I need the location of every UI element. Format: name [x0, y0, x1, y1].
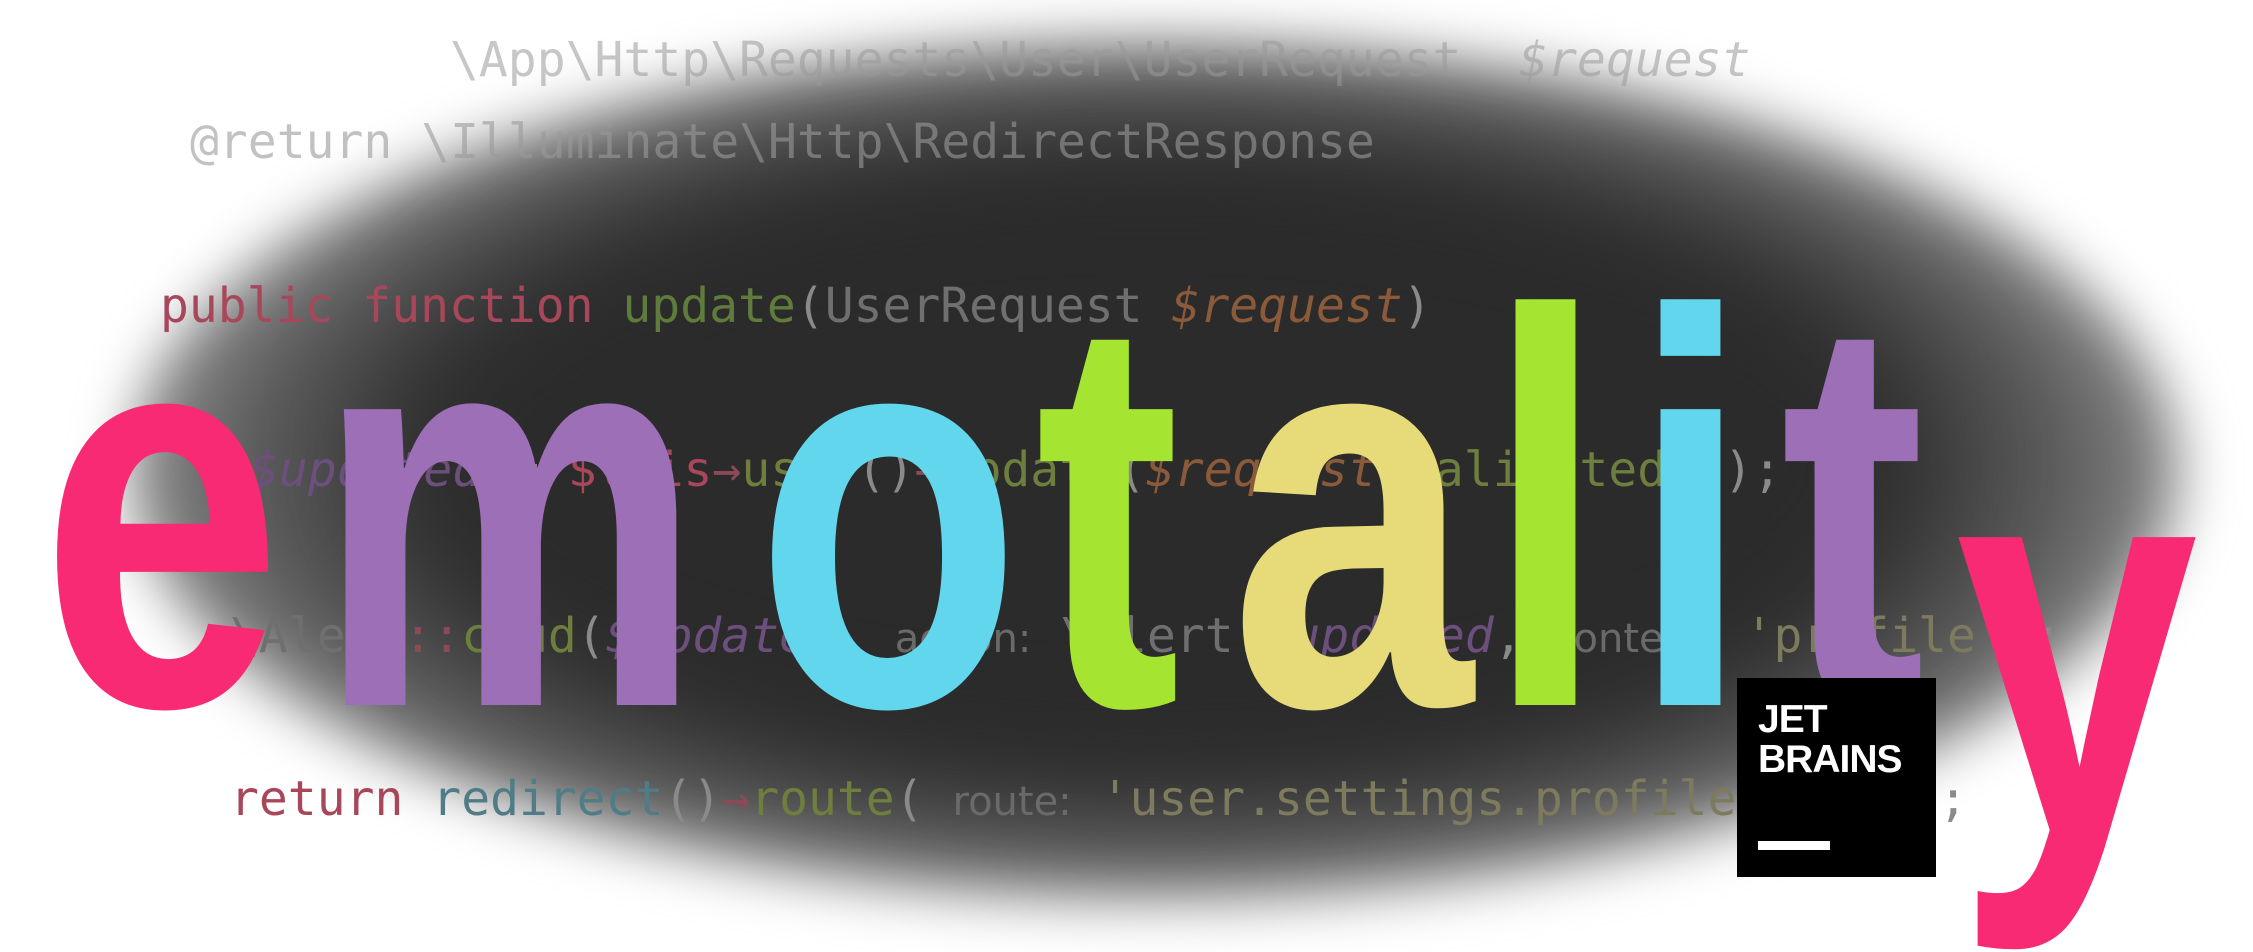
wordmark-letter: t [1780, 198, 1926, 825]
code-line-param: \App\Http\Requests\User\UserRequest $req… [450, 36, 1750, 84]
jetbrains-logo: JET BRAINS [1737, 678, 1936, 877]
wordmark-letter: y [1955, 326, 2198, 952]
wordmark-letter: t [1035, 198, 1181, 825]
code-token: → [721, 771, 751, 827]
code-token: \App\Http\Requests\User\UserRequest [450, 32, 1462, 88]
code-token: $request [1519, 32, 1751, 88]
wordmark-emotality: emotality [40, 120, 2240, 919]
logo-text-line2: BRAINS [1758, 738, 1903, 781]
wordmark-letter: a [1230, 198, 1473, 825]
wordmark-letter: l [1485, 198, 1607, 825]
wordmark-letter: i [1630, 198, 1752, 825]
logo-text-line1: JET [1758, 698, 1828, 741]
logo-underscore-bar [1758, 841, 1830, 850]
wordmark-letter: m [315, 198, 704, 825]
wordmark-letter: o [755, 198, 1022, 825]
banner: \App\Http\Requests\User\UserRequest $req… [0, 0, 2253, 952]
wordmark-letter: e [40, 198, 283, 825]
